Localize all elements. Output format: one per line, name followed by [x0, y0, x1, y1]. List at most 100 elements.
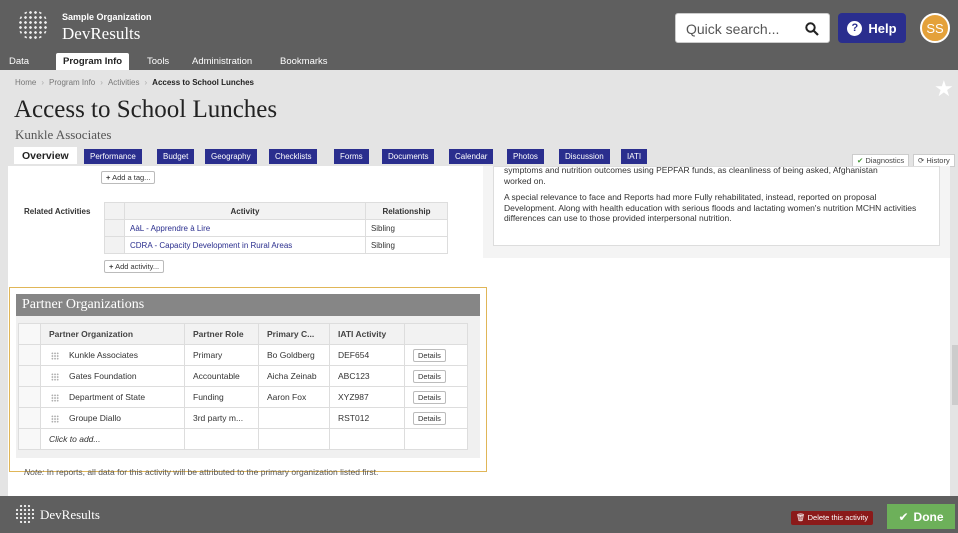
column-header-iati-activity[interactable]: IATI Activity: [329, 323, 405, 345]
description-paragraph-1: symptoms and nutrition outcomes using PE…: [504, 166, 929, 186]
table-row[interactable]: Groupe Diallo 3rd party m... RST012 Deta…: [18, 407, 468, 429]
brand-name[interactable]: DevResults: [62, 24, 140, 44]
check-icon: ✔: [857, 156, 864, 165]
partner-role-cell[interactable]: Funding: [184, 386, 259, 408]
partner-organizations-table: Partner Organization Partner Role Primar…: [18, 323, 468, 450]
details-button[interactable]: Details: [413, 370, 446, 383]
iati-activity-cell[interactable]: XYZ987: [329, 386, 405, 408]
help-label: Help: [868, 20, 897, 36]
iati-activity-cell[interactable]: DEF654: [329, 344, 405, 366]
delete-label: Delete this activity: [807, 513, 869, 522]
breadcrumb-activities[interactable]: Activities: [108, 78, 140, 87]
description-line-2: worked on.: [504, 175, 546, 186]
nav-item-data[interactable]: Data: [9, 56, 29, 67]
nav-item-program-info[interactable]: Program Info: [56, 53, 130, 70]
empty-cell[interactable]: [184, 428, 259, 450]
diagnostics-label: Diagnostics: [865, 156, 905, 165]
nav-item-bookmarks[interactable]: Bookmarks: [280, 56, 328, 67]
breadcrumb-program-info[interactable]: Program Info: [49, 78, 95, 87]
tab-performance[interactable]: Performance: [84, 149, 142, 164]
table-row[interactable]: Department of State Funding Aaron Fox XY…: [18, 386, 468, 408]
note-label: Note:: [24, 467, 45, 477]
table-row[interactable]: Gates Foundation Accountable Aicha Zeina…: [18, 365, 468, 387]
partner-org-cell[interactable]: Department of State: [40, 386, 185, 408]
partner-org-name: Gates Foundation: [69, 371, 137, 381]
related-activity-link[interactable]: CDRA - Capacity Development in Rural Are…: [124, 236, 366, 254]
star-icon[interactable]: ★: [934, 76, 954, 102]
right-pane: symptoms and nutrition outcomes using PE…: [483, 166, 950, 258]
add-row[interactable]: Click to add...: [18, 428, 468, 450]
main-nav: Data Program Info Tools Administration B…: [0, 53, 958, 70]
empty-cell[interactable]: [329, 428, 405, 450]
tab-geography[interactable]: Geography: [205, 149, 257, 164]
search-input[interactable]: Quick search...: [675, 13, 830, 43]
partner-role-cell[interactable]: Accountable: [184, 365, 259, 387]
chevron-right-icon: ›: [144, 78, 148, 87]
gutter-cell: [18, 344, 41, 366]
table-row[interactable]: Kunkle Associates Primary Bo Goldberg DE…: [18, 344, 468, 366]
partner-org-name: Kunkle Associates: [69, 350, 138, 360]
iati-activity-cell[interactable]: RST012: [329, 407, 405, 429]
empty-cell[interactable]: [258, 428, 330, 450]
partner-role-cell[interactable]: Primary: [184, 344, 259, 366]
column-header-primary-contact[interactable]: Primary C...: [258, 323, 330, 345]
tab-forms[interactable]: Forms: [334, 149, 369, 164]
primary-contact-cell[interactable]: Bo Goldberg: [258, 344, 330, 366]
gutter-cell: [18, 323, 41, 345]
nav-item-tools[interactable]: Tools: [147, 56, 169, 67]
scrollbar[interactable]: [952, 345, 958, 405]
tab-calendar[interactable]: Calendar: [449, 149, 494, 164]
related-activity-link[interactable]: AàL - Apprendre à Lire: [124, 219, 366, 237]
partner-org-cell[interactable]: Groupe Diallo: [40, 407, 185, 429]
description-line-1: symptoms and nutrition outcomes using PE…: [504, 166, 878, 175]
partner-org-cell[interactable]: Kunkle Associates: [40, 344, 185, 366]
click-to-add-cell[interactable]: Click to add...: [40, 428, 185, 450]
primary-contact-cell[interactable]: Aicha Zeinab: [258, 365, 330, 387]
globe-logo-icon[interactable]: [18, 10, 48, 40]
partner-org-cell[interactable]: Gates Foundation: [40, 365, 185, 387]
avatar[interactable]: SS: [920, 13, 950, 43]
details-button[interactable]: Details: [413, 412, 446, 425]
tab-photos[interactable]: Photos: [507, 149, 544, 164]
question-icon: ?: [847, 20, 863, 36]
partner-organizations-title: Partner Organizations: [16, 294, 480, 316]
search-icon[interactable]: [805, 22, 819, 36]
tab-overview[interactable]: Overview: [14, 147, 77, 164]
partner-role-cell[interactable]: 3rd party m...: [184, 407, 259, 429]
main-content: + Add a tag... Related Activities Activi…: [8, 166, 950, 496]
page-title: Access to School Lunches: [14, 96, 278, 123]
org-name[interactable]: Sample Organization: [62, 12, 152, 22]
tab-documents[interactable]: Documents: [382, 149, 435, 164]
details-button[interactable]: Details: [413, 391, 446, 404]
drag-handle-icon[interactable]: [51, 351, 59, 360]
tab-discussion[interactable]: Discussion: [559, 149, 610, 164]
note-text: In reports, all data for this activity w…: [46, 467, 379, 477]
actions-cell: Details: [404, 386, 468, 408]
help-button[interactable]: ? Help: [838, 13, 906, 43]
drag-handle-icon[interactable]: [51, 393, 59, 402]
tab-checklists[interactable]: Checklists: [269, 149, 318, 164]
related-activities-table: Activity Relationship AàL - Apprendre à …: [104, 202, 449, 254]
left-pane: + Add a tag... Related Activities Activi…: [8, 166, 487, 496]
gutter-cell: [18, 407, 41, 429]
drag-handle-icon[interactable]: [51, 414, 59, 423]
column-header-relationship: Relationship: [364, 202, 449, 220]
breadcrumb-home[interactable]: Home: [15, 78, 36, 87]
done-button[interactable]: ✔ Done: [887, 504, 955, 529]
history-label: History: [926, 156, 950, 165]
drag-handle-icon[interactable]: [51, 372, 59, 381]
add-tag-button[interactable]: + Add a tag...: [101, 171, 156, 184]
top-bar: Sample Organization DevResults Quick sea…: [0, 0, 958, 53]
column-header-partner-role[interactable]: Partner Role: [184, 323, 259, 345]
primary-contact-cell[interactable]: [258, 407, 330, 429]
delete-activity-button[interactable]: 🗑 Delete this activity: [791, 511, 874, 525]
add-activity-button[interactable]: + Add activity...: [104, 260, 165, 273]
iati-activity-cell[interactable]: ABC123: [329, 365, 405, 387]
empty-cell: [404, 428, 468, 450]
tab-budget[interactable]: Budget: [157, 149, 195, 164]
nav-item-administration[interactable]: Administration: [192, 56, 252, 67]
column-header-partner-organization[interactable]: Partner Organization: [40, 323, 185, 345]
details-button[interactable]: Details: [413, 349, 446, 362]
tab-iati[interactable]: IATI: [621, 149, 648, 164]
primary-contact-cell[interactable]: Aaron Fox: [258, 386, 330, 408]
